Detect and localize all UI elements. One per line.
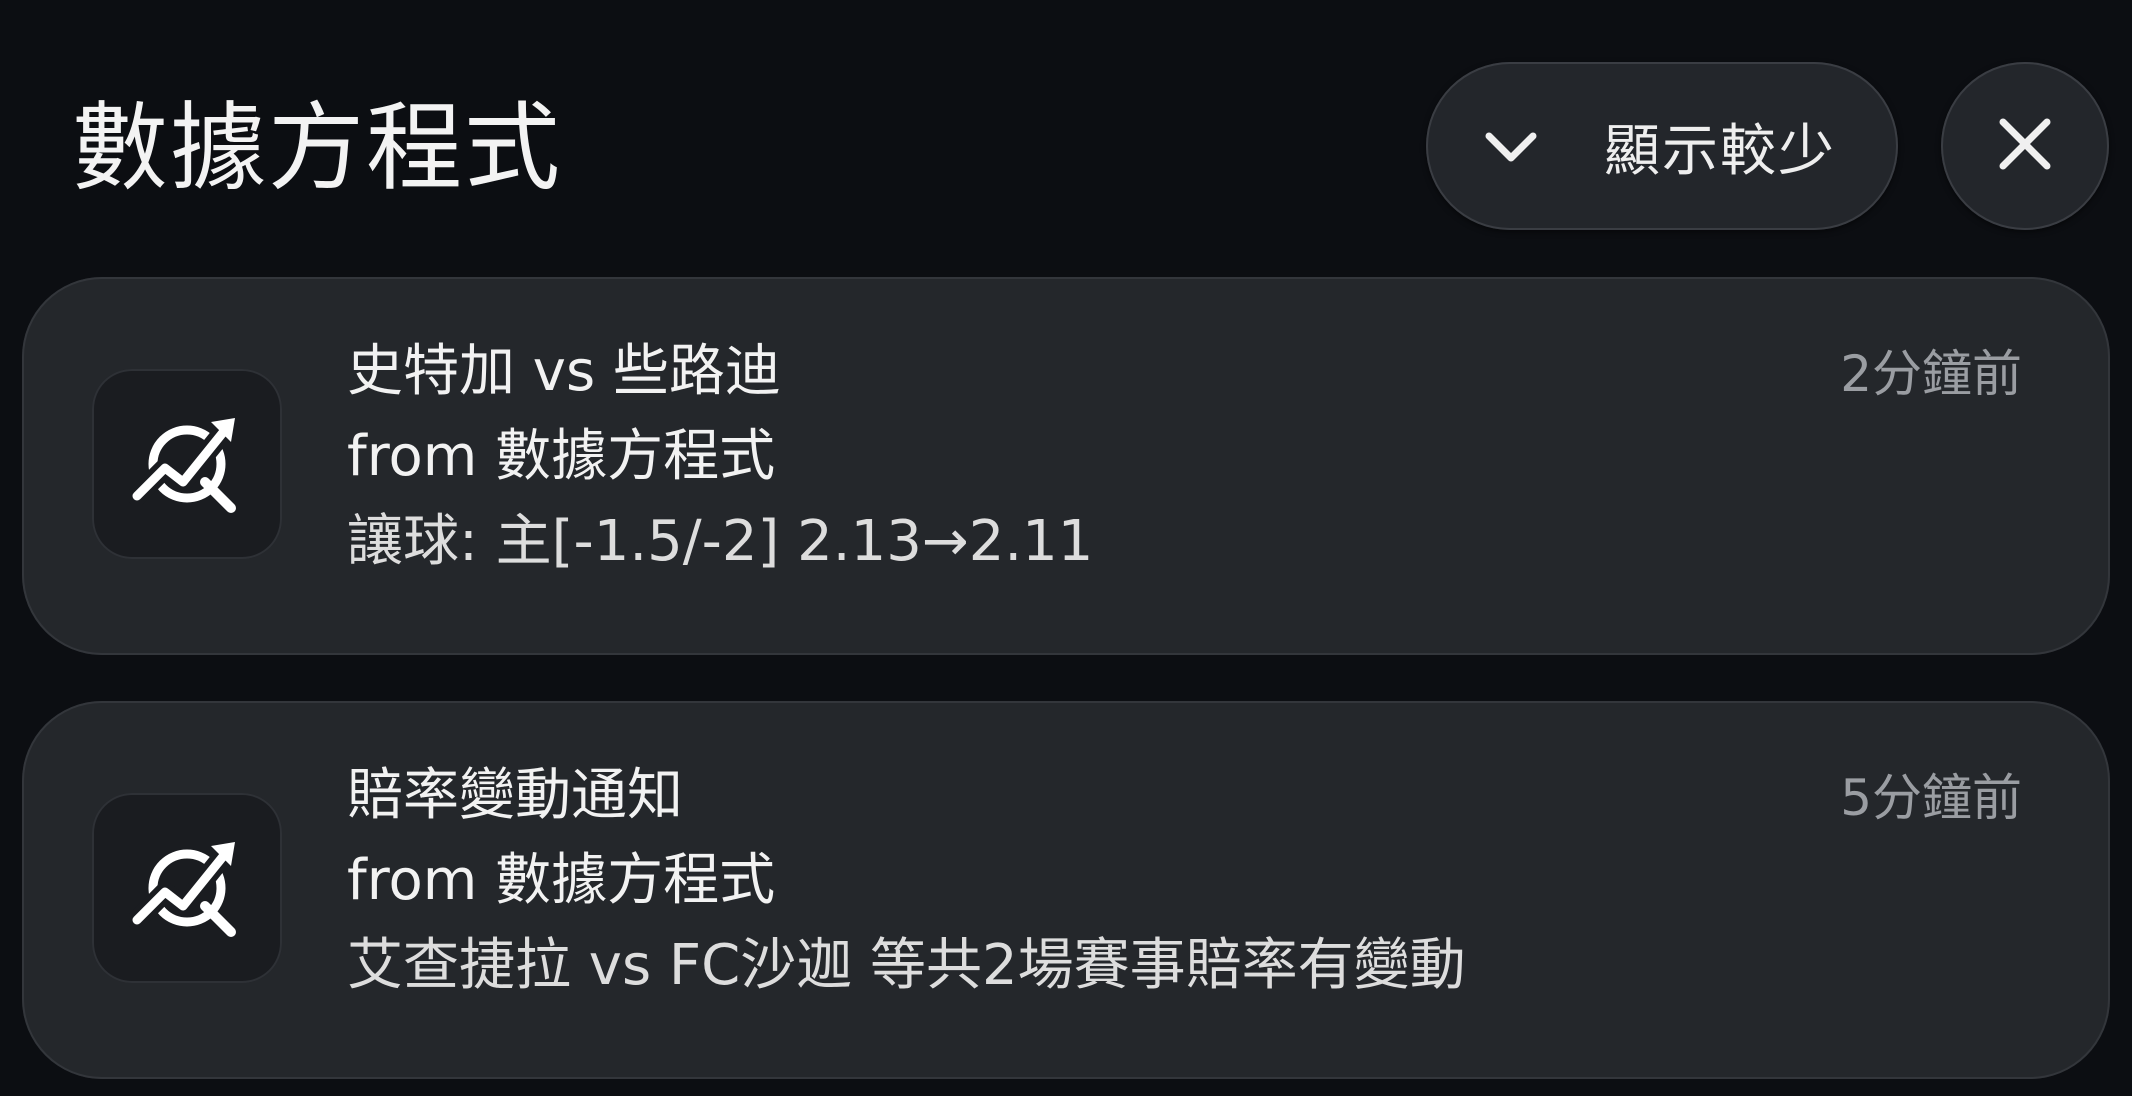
notification-group: 數據方程式 顯示較少 史特加 vs 些路迪 from 數據方程式 讓球: 主[-… xyxy=(0,0,2132,1096)
show-less-label: 顯示較少 xyxy=(1604,118,1836,184)
chart-trend-icon xyxy=(92,793,282,983)
notification-body: 讓球: 主[-1.5/-2] 2.13→2.11 xyxy=(347,509,1094,574)
notification-source: from 數據方程式 xyxy=(347,424,776,489)
notification-body: 艾查捷拉 vs FC沙迦 等共2場賽事賠率有變動 xyxy=(347,933,1466,998)
chart-trend-icon xyxy=(92,369,282,559)
chevron-down-icon xyxy=(1476,111,1546,181)
notification-title: 賠率變動通知 xyxy=(347,763,683,828)
notification-title: 史特加 vs 些路迪 xyxy=(347,339,781,404)
show-less-button[interactable]: 顯示較少 xyxy=(1426,62,1898,230)
close-button[interactable] xyxy=(1941,62,2109,230)
notification-card[interactable]: 賠率變動通知 from 數據方程式 艾查捷拉 vs FC沙迦 等共2場賽事賠率有… xyxy=(22,701,2110,1079)
notification-card[interactable]: 史特加 vs 些路迪 from 數據方程式 讓球: 主[-1.5/-2] 2.1… xyxy=(22,277,2110,655)
group-title: 數據方程式 xyxy=(72,92,562,204)
notification-time: 5分鐘前 xyxy=(1840,769,2022,827)
notification-time: 2分鐘前 xyxy=(1840,345,2022,403)
close-icon xyxy=(1993,112,2057,180)
notification-source: from 數據方程式 xyxy=(347,848,776,913)
